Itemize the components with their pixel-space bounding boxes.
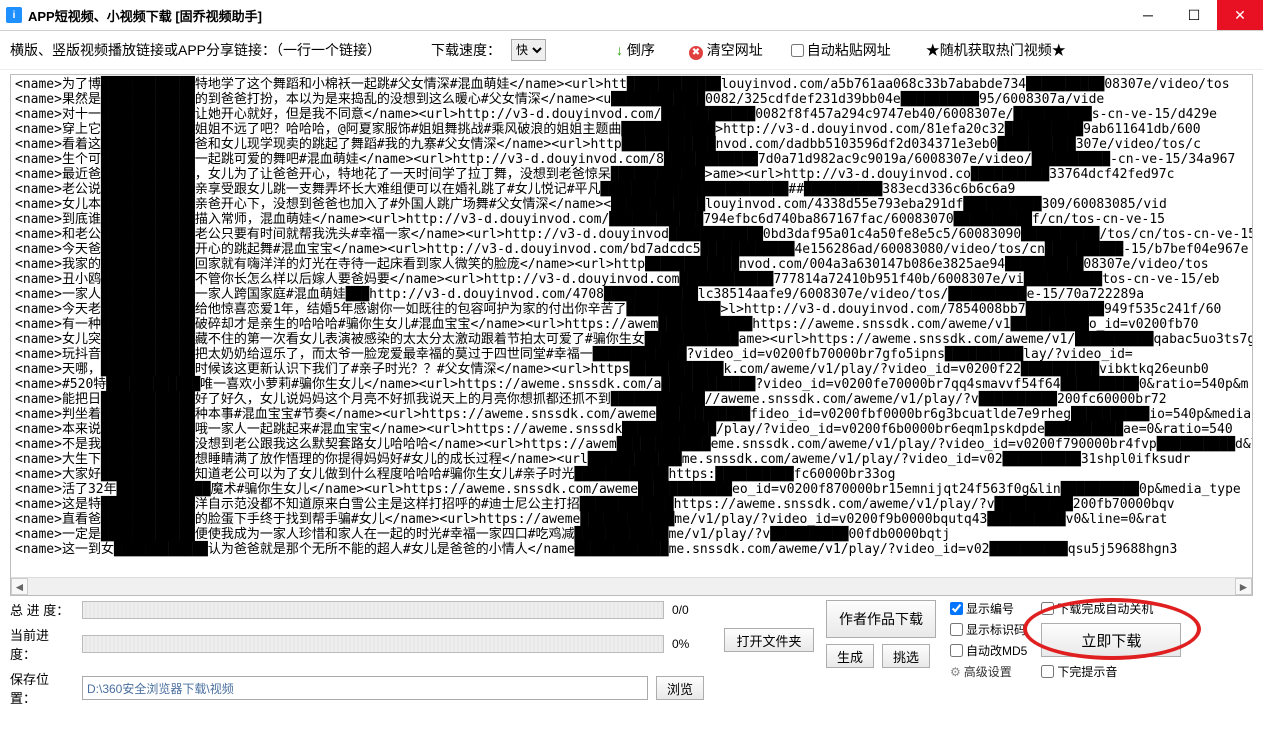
url-list-box: ◄ ► <box>10 74 1253 596</box>
window-maximize-button[interactable]: ☐ <box>1171 0 1217 30</box>
arrow-down-icon: ↓ <box>616 42 623 58</box>
current-progress-bar <box>82 635 664 653</box>
app-icon: i <box>6 7 22 23</box>
clear-urls-button[interactable]: ✖ 清空网址 <box>689 40 763 60</box>
current-progress-value: 0% <box>672 637 712 651</box>
auto-md5-checkbox[interactable]: 自动改MD5 <box>950 642 1027 659</box>
total-progress-label: 总 进 度： <box>10 600 74 619</box>
window-title: APP短视频、小视频下载 [固乔视频助手] <box>28 6 262 25</box>
open-folder-button[interactable]: 打开文件夹 <box>724 628 814 652</box>
window-close-button[interactable]: ✕ <box>1217 0 1263 30</box>
scroll-left-icon[interactable]: ◄ <box>11 578 28 595</box>
pick-button[interactable]: 挑选 <box>882 644 930 668</box>
total-progress-value: 0/0 <box>672 603 712 617</box>
auto-shutdown-checkbox[interactable]: 下载完成自动关机 <box>1041 600 1153 617</box>
browse-button[interactable]: 浏览 <box>656 676 704 700</box>
show-number-checkbox[interactable]: 显示编号 <box>950 600 1027 617</box>
links-hint-label: 横版、竖版视频播放链接或APP分享链接：（一行一个链接） <box>10 40 381 60</box>
total-progress-bar <box>82 601 664 619</box>
horizontal-scrollbar[interactable]: ◄ ► <box>11 577 1252 595</box>
generate-button[interactable]: 生成 <box>826 644 874 668</box>
current-progress-label: 当前进度： <box>10 625 74 663</box>
url-list-textarea[interactable] <box>11 75 1252 575</box>
save-path-label: 保存位置： <box>10 669 74 707</box>
show-code-checkbox[interactable]: 显示标识码 <box>950 621 1027 638</box>
gear-icon: ⚙ <box>950 665 961 679</box>
clear-icon: ✖ <box>689 46 703 60</box>
window-minimize-button[interactable]: ─ <box>1125 0 1171 30</box>
title-bar: i APP短视频、小视频下载 [固乔视频助手] ─ ☐ ✕ <box>0 0 1263 31</box>
auto-paste-checkbox[interactable]: 自动粘贴网址 <box>791 40 891 60</box>
toolbar: 横版、竖版视频播放链接或APP分享链接：（一行一个链接） 下载速度： 快 ↓ 倒… <box>0 31 1263 70</box>
author-download-button[interactable]: 作者作品下载 <box>826 600 936 638</box>
random-hot-button[interactable]: ★随机获取热门视频★ <box>919 37 1073 63</box>
speed-label: 下载速度： <box>431 40 501 60</box>
done-sound-checkbox[interactable]: 下完提示音 <box>1041 663 1117 680</box>
bottom-panel: 总 进 度： 0/0 当前进度： 0% 保存位置： 浏览 打开文件夹 作者作品下… <box>0 598 1263 713</box>
reorder-button[interactable]: ↓ 倒序 <box>616 40 655 60</box>
scroll-right-icon[interactable]: ► <box>1235 578 1252 595</box>
save-path-input[interactable] <box>82 676 648 700</box>
download-now-button[interactable]: 立即下载 <box>1041 623 1181 657</box>
speed-select[interactable]: 快 <box>511 39 546 61</box>
advanced-settings-button[interactable]: ⚙ 高级设置 <box>950 663 1027 680</box>
